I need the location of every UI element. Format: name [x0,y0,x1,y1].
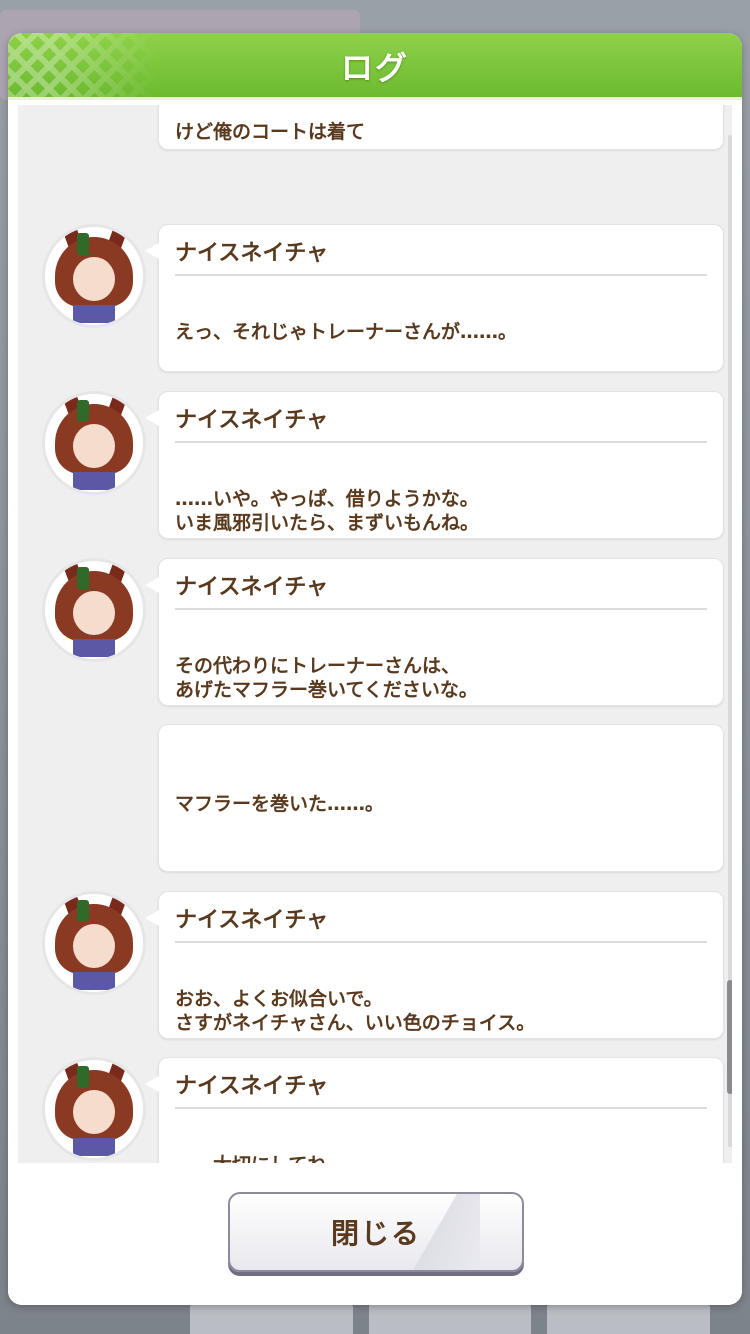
divider [175,274,707,276]
nice-nature-avatar-icon [42,1057,146,1161]
message-line: その代わりにトレーナーさんは、 [175,655,461,677]
divider [175,1107,707,1109]
close-button[interactable]: 閉じる [228,1192,524,1272]
nice-nature-avatar-icon [42,558,146,662]
message-line: ……いや。やっぱ、借りようかな。 [175,488,479,510]
close-button-label: 閉じる [330,1217,421,1250]
message-line: おお、よくお似合いで。 [175,988,383,1010]
nice-nature-avatar-icon [42,891,146,995]
speaker-name: ナイスネイチャ [175,1074,329,1099]
speaker-name: ナイスネイチャ [175,575,329,600]
divider [175,608,707,610]
message-bubble: ナイスネイチャ おお、よくお似合いで。 さすがネイチャさん、いい色のチョイス。 [145,891,724,1039]
nice-nature-avatar-icon [42,391,146,495]
message-bubble: ナイスネイチャ その代わりにトレーナーさんは、 あげたマフラー巻いてくださいな。 [145,558,724,706]
message-line: さすがネイチャさん、いい色のチョイス。 [175,1012,536,1034]
log-entry-partial: けど俺のコートは着て [18,105,732,152]
message-bubble: ナイスネイチャ えっ、それじゃトレーナーさんが……。 [145,224,724,372]
message-bubble: ナイスネイチャ ……いや。やっぱ、借りようかな。 いま風邪引いたら、まずいもんね… [145,391,724,539]
message-line: ……大切にしてね。 [175,1150,345,1163]
speaker-name: ナイスネイチャ [175,241,329,266]
log-entry: ナイスネイチャ ……いや。やっぱ、借りようかな。 いま風邪引いたら、まずいもんね… [18,391,732,541]
message-line: あげたマフラー巻いてくださいな。 [175,679,478,701]
message-line: けど俺のコートは着て [175,121,366,143]
log-entry: ナイスネイチャ おお、よくお似合いで。 さすがネイチャさん、いい色のチョイス。 [18,891,732,1041]
dialog-title: ログ [340,49,409,87]
divider [175,441,707,443]
log-entry: ナイスネイチャ その代わりにトレーナーさんは、 あげたマフラー巻いてくださいな。 [18,558,732,708]
message-line: いま風邪引いたら、まずいもんね。 [175,512,480,534]
log-dialog: ログ けど俺のコートは着て ナイスネイチャ えっ、それじゃトレーナーさんが……。 [8,33,742,1305]
log-entry-narration: マフラーを巻いた……。 [18,724,732,874]
dialog-header: ログ [8,33,742,100]
divider [175,941,707,943]
message-line: えっ、それじゃトレーナーさんが……。 [175,321,518,343]
nice-nature-avatar-icon [42,224,146,328]
narration-line: マフラーを巻いた……。 [175,793,385,815]
speaker-name: ナイスネイチャ [175,908,329,933]
log-entry: ナイスネイチャ ……大切にしてね。 [18,1057,732,1163]
message-bubble: けど俺のコートは着て [158,105,724,150]
speaker-name: ナイスネイチャ [175,408,329,433]
narration-bubble: マフラーを巻いた……。 [158,724,724,872]
scrollbar-thumb[interactable] [727,980,732,1094]
background-tabs [190,1300,711,1334]
log-entry: ナイスネイチャ えっ、それじゃトレーナーさんが……。 [18,224,732,374]
message-bubble: ナイスネイチャ ……大切にしてね。 [145,1057,724,1163]
log-list[interactable]: けど俺のコートは着て ナイスネイチャ えっ、それじゃトレーナーさんが……。 ナイ… [18,105,732,1163]
